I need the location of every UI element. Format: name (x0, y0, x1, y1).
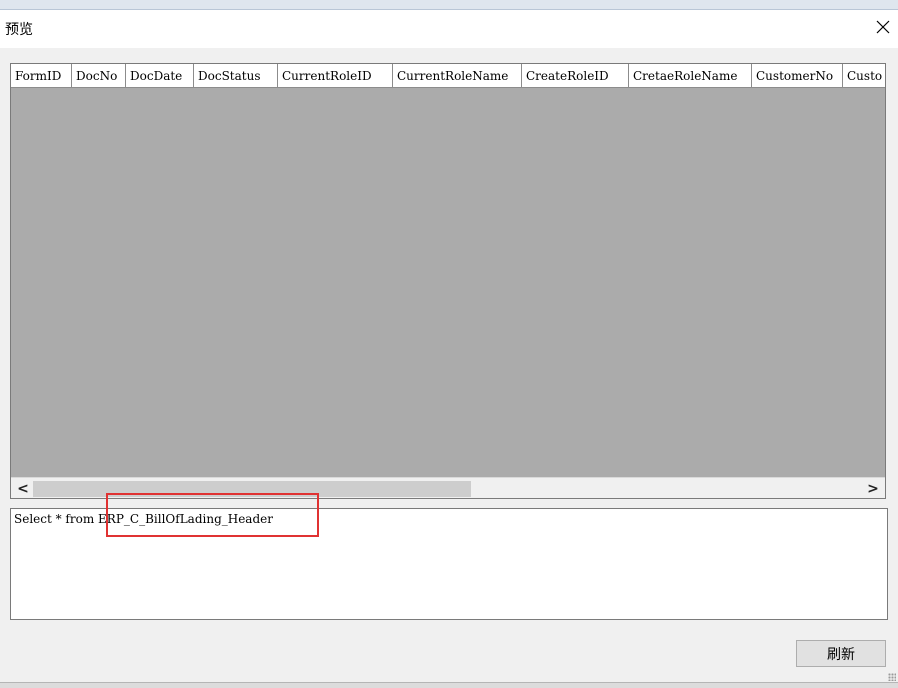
column-header-cretaerolename[interactable]: CretaeRoleName (629, 64, 752, 88)
column-header-formid[interactable]: FormID (11, 64, 72, 88)
column-header-docdate[interactable]: DocDate (126, 64, 194, 88)
grid-header-row: FormID DocNo DocDate DocStatus CurrentRo… (11, 64, 885, 89)
dialog-titlebar: 预览 (0, 10, 898, 48)
column-header-custo[interactable]: Custo (843, 64, 885, 88)
column-header-docno[interactable]: DocNo (72, 64, 126, 88)
column-header-currentroleid[interactable]: CurrentRoleID (278, 64, 393, 88)
close-icon (876, 20, 890, 34)
bottom-strip (0, 682, 898, 688)
column-header-customerno[interactable]: CustomerNo (752, 64, 843, 88)
table-name-highlight-box (106, 493, 319, 537)
chevron-right-icon: > (867, 480, 879, 497)
top-strip (0, 0, 898, 10)
column-header-currentrolename[interactable]: CurrentRoleName (393, 64, 522, 88)
scroll-right-button[interactable]: > (863, 478, 883, 498)
dialog-title: 预览 (5, 22, 33, 38)
scroll-left-button[interactable]: < (13, 478, 33, 498)
close-button[interactable] (872, 16, 894, 38)
data-grid[interactable]: FormID DocNo DocDate DocStatus CurrentRo… (10, 63, 886, 499)
resize-grip-icon[interactable] (888, 673, 896, 681)
column-header-docstatus[interactable]: DocStatus (194, 64, 278, 88)
refresh-button[interactable]: 刷新 (796, 640, 886, 667)
column-header-createroleid[interactable]: CreateRoleID (522, 64, 629, 88)
chevron-left-icon: < (17, 480, 29, 497)
